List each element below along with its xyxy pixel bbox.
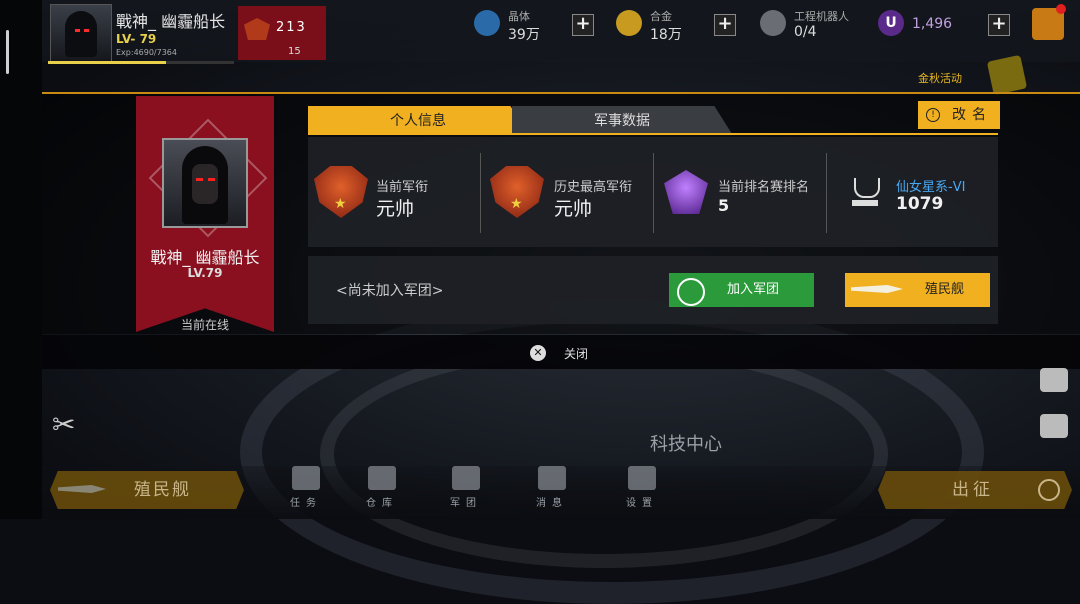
edge-handle[interactable] — [6, 30, 9, 74]
rename-button[interactable]: ! 改名 — [918, 101, 1000, 129]
rename-label: 改名 — [952, 107, 992, 123]
nav-task[interactable]: 任务 — [276, 466, 336, 516]
tech-center-label[interactable]: 科技中心 — [650, 430, 722, 456]
crystal-icon — [474, 10, 500, 36]
nav-label: 仓库 — [366, 498, 398, 509]
space-station-inner-ring — [320, 340, 888, 568]
settings-icon — [628, 466, 656, 490]
warehouse-icon — [368, 466, 396, 490]
resource-value: 39万 — [508, 27, 540, 43]
rank-count: 15 — [288, 46, 301, 57]
tab-underline — [308, 133, 998, 135]
colony-ship-button[interactable]: 殖民舰 — [845, 273, 990, 307]
robot-icon — [760, 10, 786, 36]
close-icon[interactable]: ✕ — [530, 345, 546, 361]
u-coin-icon: U — [878, 10, 904, 36]
resource-value: 0/4 — [794, 24, 817, 40]
join-guild-button[interactable]: 加入军团 — [669, 273, 814, 307]
event-label[interactable]: 金秋活动 — [918, 70, 962, 86]
nav-warehouse[interactable]: 仓库 — [352, 466, 412, 516]
galaxy-name: 仙女星系-VI — [896, 180, 966, 195]
nav-legion[interactable]: 军团 — [436, 466, 496, 516]
stat-value: 5 — [718, 196, 730, 215]
left-edge-strip — [0, 0, 42, 519]
resource-label: 工程机器人 — [794, 10, 849, 23]
podium-icon: 213 — [276, 20, 307, 35]
player-name: 戰神_ 幽霾船长 — [116, 12, 226, 31]
guild-status: <尚未加入军团> — [336, 283, 444, 299]
bottom-colony-button[interactable]: 殖民舰 — [50, 471, 244, 509]
resource-value: 18万 — [650, 27, 682, 43]
chat-icon[interactable] — [1040, 414, 1068, 438]
stats-divider — [826, 153, 827, 233]
go-expedition-label: 出征 — [952, 480, 994, 500]
bottom-colony-label: 殖民舰 — [134, 480, 191, 500]
resource-label: 合金 — [650, 10, 672, 23]
close-bar[interactable] — [42, 335, 1080, 369]
info-icon: ! — [926, 108, 940, 122]
exp-bar — [48, 61, 234, 64]
rank-medal-icon — [244, 18, 270, 40]
rank-box[interactable]: 213 15 — [238, 6, 326, 60]
online-status: 当前在线 — [180, 318, 229, 332]
player-avatar[interactable] — [50, 4, 112, 62]
stat-label: 当前军衔 — [376, 180, 429, 195]
exp-bar-fill — [48, 61, 167, 64]
nav-label: 消息 — [536, 498, 568, 509]
add-currency-button[interactable]: + — [988, 14, 1010, 36]
stat-value: 元帅 — [554, 198, 593, 220]
shield-icon — [677, 278, 705, 306]
galaxy-score: 1079 — [896, 194, 944, 214]
event-icon[interactable] — [986, 54, 1028, 96]
target-icon — [1038, 479, 1060, 501]
stat-value: 元帅 — [376, 198, 415, 220]
trophy-icon — [848, 178, 882, 210]
nav-settings[interactable]: 设置 — [612, 466, 672, 516]
add-alloy-button[interactable]: + — [714, 14, 736, 36]
stats-divider — [653, 153, 654, 233]
tools-icon[interactable]: ✂ — [52, 410, 82, 440]
profile-portrait — [162, 138, 248, 228]
join-guild-label: 加入军团 — [727, 282, 780, 297]
spaceship-icon — [58, 485, 106, 493]
add-crystal-button[interactable]: + — [572, 14, 594, 36]
stats-divider — [480, 153, 481, 233]
nav-label: 军团 — [450, 498, 482, 509]
nav-message[interactable]: 消息 — [522, 466, 582, 516]
colony-ship-label: 殖民舰 — [925, 282, 965, 297]
tab-military-data[interactable]: 军事数据 — [512, 106, 732, 134]
nav-label: 设置 — [626, 498, 658, 509]
message-icon — [538, 466, 566, 490]
resource-label: 晶体 — [508, 10, 530, 23]
player-level: LV- 79 — [116, 32, 157, 46]
friend-icon[interactable] — [1040, 368, 1068, 392]
spaceship-icon — [851, 285, 903, 293]
notification-badge — [1056, 4, 1066, 14]
currency-value: 1,496 — [912, 16, 953, 32]
top-bar: 戰神_ 幽霾船长 LV- 79 Exp:4690/7364 213 15 晶体 … — [42, 0, 1080, 64]
stat-label: 历史最高军衔 — [554, 180, 633, 195]
stat-label: 当前排名赛排名 — [718, 180, 810, 195]
alloy-icon — [616, 10, 642, 36]
go-expedition-button[interactable]: 出征 — [878, 471, 1072, 509]
legion-icon — [452, 466, 480, 490]
tab-personal-info[interactable]: 个人信息 — [308, 106, 528, 134]
nav-label: 任务 — [290, 498, 322, 509]
player-exp: Exp:4690/7364 — [116, 48, 177, 57]
task-icon — [292, 466, 320, 490]
profile-name: 戰神_ 幽霾船长 — [150, 248, 260, 267]
close-label[interactable]: 关闭 — [564, 345, 588, 362]
profile-level: LV.79 — [187, 266, 223, 280]
